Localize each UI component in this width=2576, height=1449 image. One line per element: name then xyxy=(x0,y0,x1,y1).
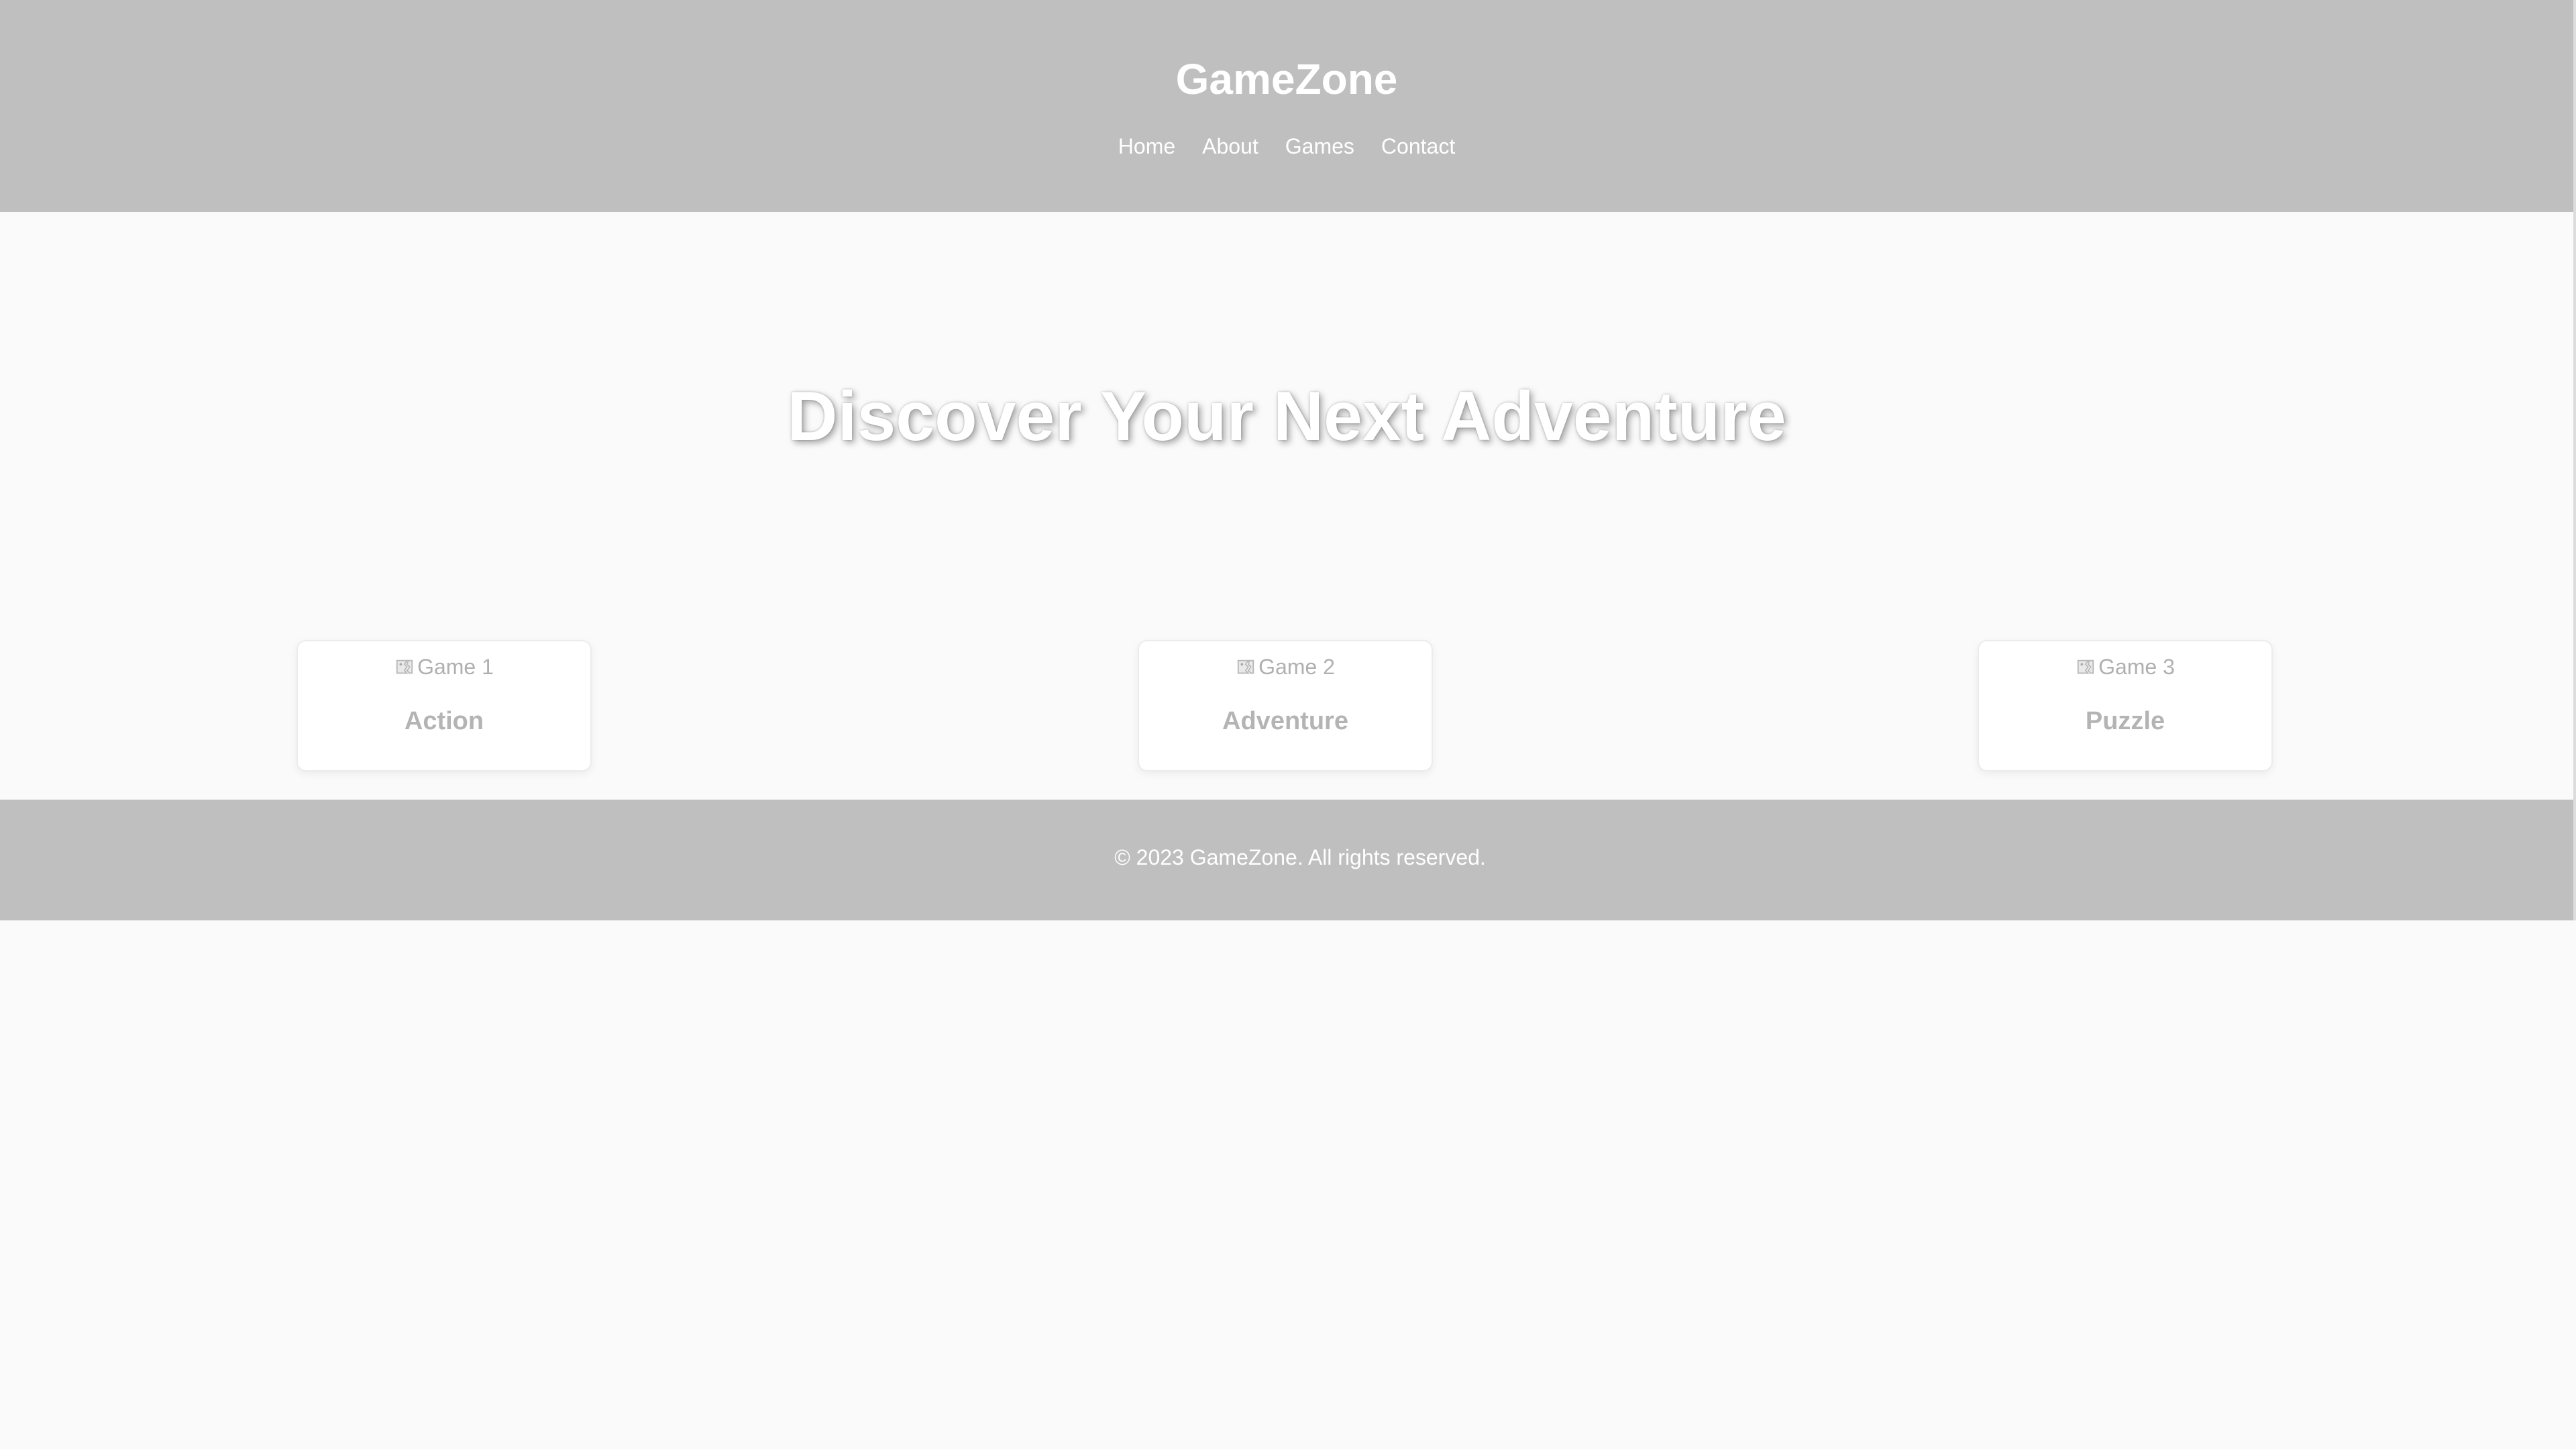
broken-image-icon xyxy=(396,659,413,674)
broken-image-icon xyxy=(1237,659,1254,674)
nav-link-contact[interactable]: Contact xyxy=(1381,131,1455,161)
game-card-adventure[interactable]: Game 2 Adventure xyxy=(1138,640,1433,771)
game-image: Game 3 xyxy=(1979,652,2271,682)
game-image: Game 1 xyxy=(298,652,590,682)
game-genre: Action xyxy=(404,707,484,735)
main-nav: Home About Games Contact xyxy=(0,131,2573,161)
site-title: GameZone xyxy=(1175,55,1398,103)
game-card-puzzle[interactable]: Game 3 Puzzle xyxy=(1978,640,2273,771)
game-genre: Adventure xyxy=(1222,707,1348,735)
game-image-alt: Game 2 xyxy=(1258,655,1335,679)
nav-link-about[interactable]: About xyxy=(1202,131,1258,161)
site-header: GameZone Home About Games Contact xyxy=(0,0,2573,212)
game-card-action[interactable]: Game 1 Action xyxy=(297,640,592,771)
hero-section: Discover Your Next Adventure xyxy=(0,212,2573,614)
site-footer: © 2023 GameZone. All rights reserved. xyxy=(0,800,2573,920)
game-image: Game 2 xyxy=(1139,652,1432,682)
broken-image-icon xyxy=(2077,659,2094,674)
scrollbar-edge xyxy=(2573,0,2576,920)
nav-link-games[interactable]: Games xyxy=(1285,131,1354,161)
game-genre: Puzzle xyxy=(2085,707,2165,735)
footer-copyright: © 2023 GameZone. All rights reserved. xyxy=(1114,845,1486,869)
hero-heading: Discover Your Next Adventure xyxy=(787,378,1786,455)
game-image-alt: Game 1 xyxy=(417,655,494,679)
game-image-alt: Game 3 xyxy=(2098,655,2175,679)
nav-link-home[interactable]: Home xyxy=(1118,131,1175,161)
